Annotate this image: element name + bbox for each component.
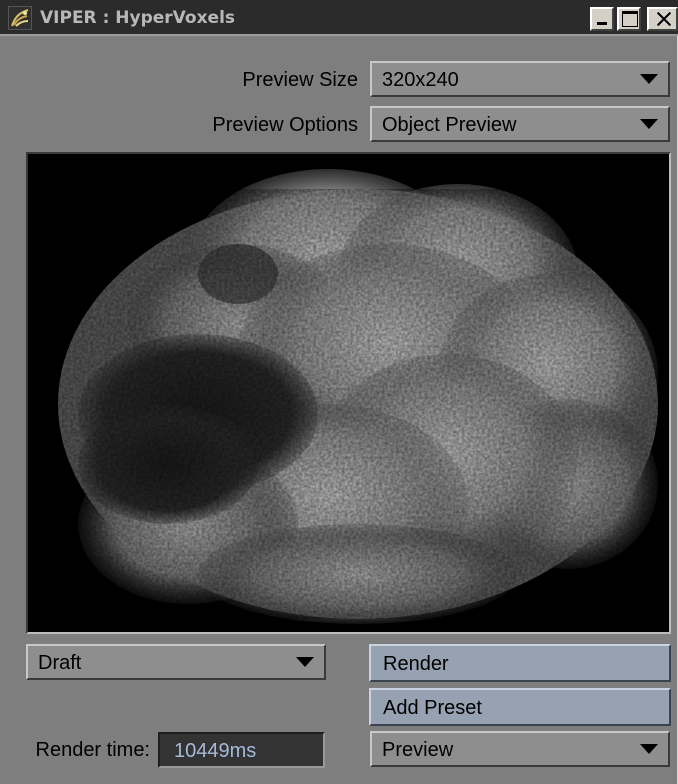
- render-time-value: 10449ms: [174, 740, 257, 762]
- render-time-field: 10449ms: [158, 732, 325, 768]
- preview-options-dropdown[interactable]: Object Preview: [370, 106, 670, 142]
- window-title: VIPER : HyperVoxels: [40, 8, 236, 28]
- chevron-down-icon: [296, 657, 314, 667]
- add-preset-button-label: Add Preset: [383, 697, 482, 719]
- preview-size-value: 320x240: [382, 69, 459, 91]
- minimize-icon[interactable]: [590, 7, 614, 31]
- viper-app-icon: [8, 6, 32, 30]
- maximize-icon[interactable]: [617, 7, 641, 31]
- close-icon[interactable]: [647, 7, 678, 31]
- preview-size-label: Preview Size: [242, 69, 358, 91]
- render-time-label: Render time:: [35, 739, 151, 761]
- title-bar[interactable]: VIPER : HyperVoxels: [0, 0, 678, 36]
- chevron-down-icon: [640, 74, 658, 84]
- mode-value: Preview: [382, 739, 454, 761]
- render-button[interactable]: Render: [369, 644, 671, 682]
- preview-options-label: Preview Options: [212, 114, 358, 136]
- chevron-down-icon: [640, 744, 658, 754]
- quality-value: Draft: [38, 652, 82, 674]
- hypervoxels-window: VIPER : HyperVoxels Preview Size 320x240…: [0, 0, 678, 784]
- cloud-render-image: [58, 169, 658, 624]
- quality-dropdown[interactable]: Draft: [26, 644, 326, 680]
- preview-options-value: Object Preview: [382, 114, 517, 136]
- render-button-label: Render: [383, 653, 449, 675]
- render-preview: [26, 152, 671, 634]
- mode-dropdown[interactable]: Preview: [370, 731, 670, 767]
- add-preset-button[interactable]: Add Preset: [369, 688, 671, 726]
- preview-size-dropdown[interactable]: 320x240: [370, 61, 670, 97]
- chevron-down-icon: [640, 119, 658, 129]
